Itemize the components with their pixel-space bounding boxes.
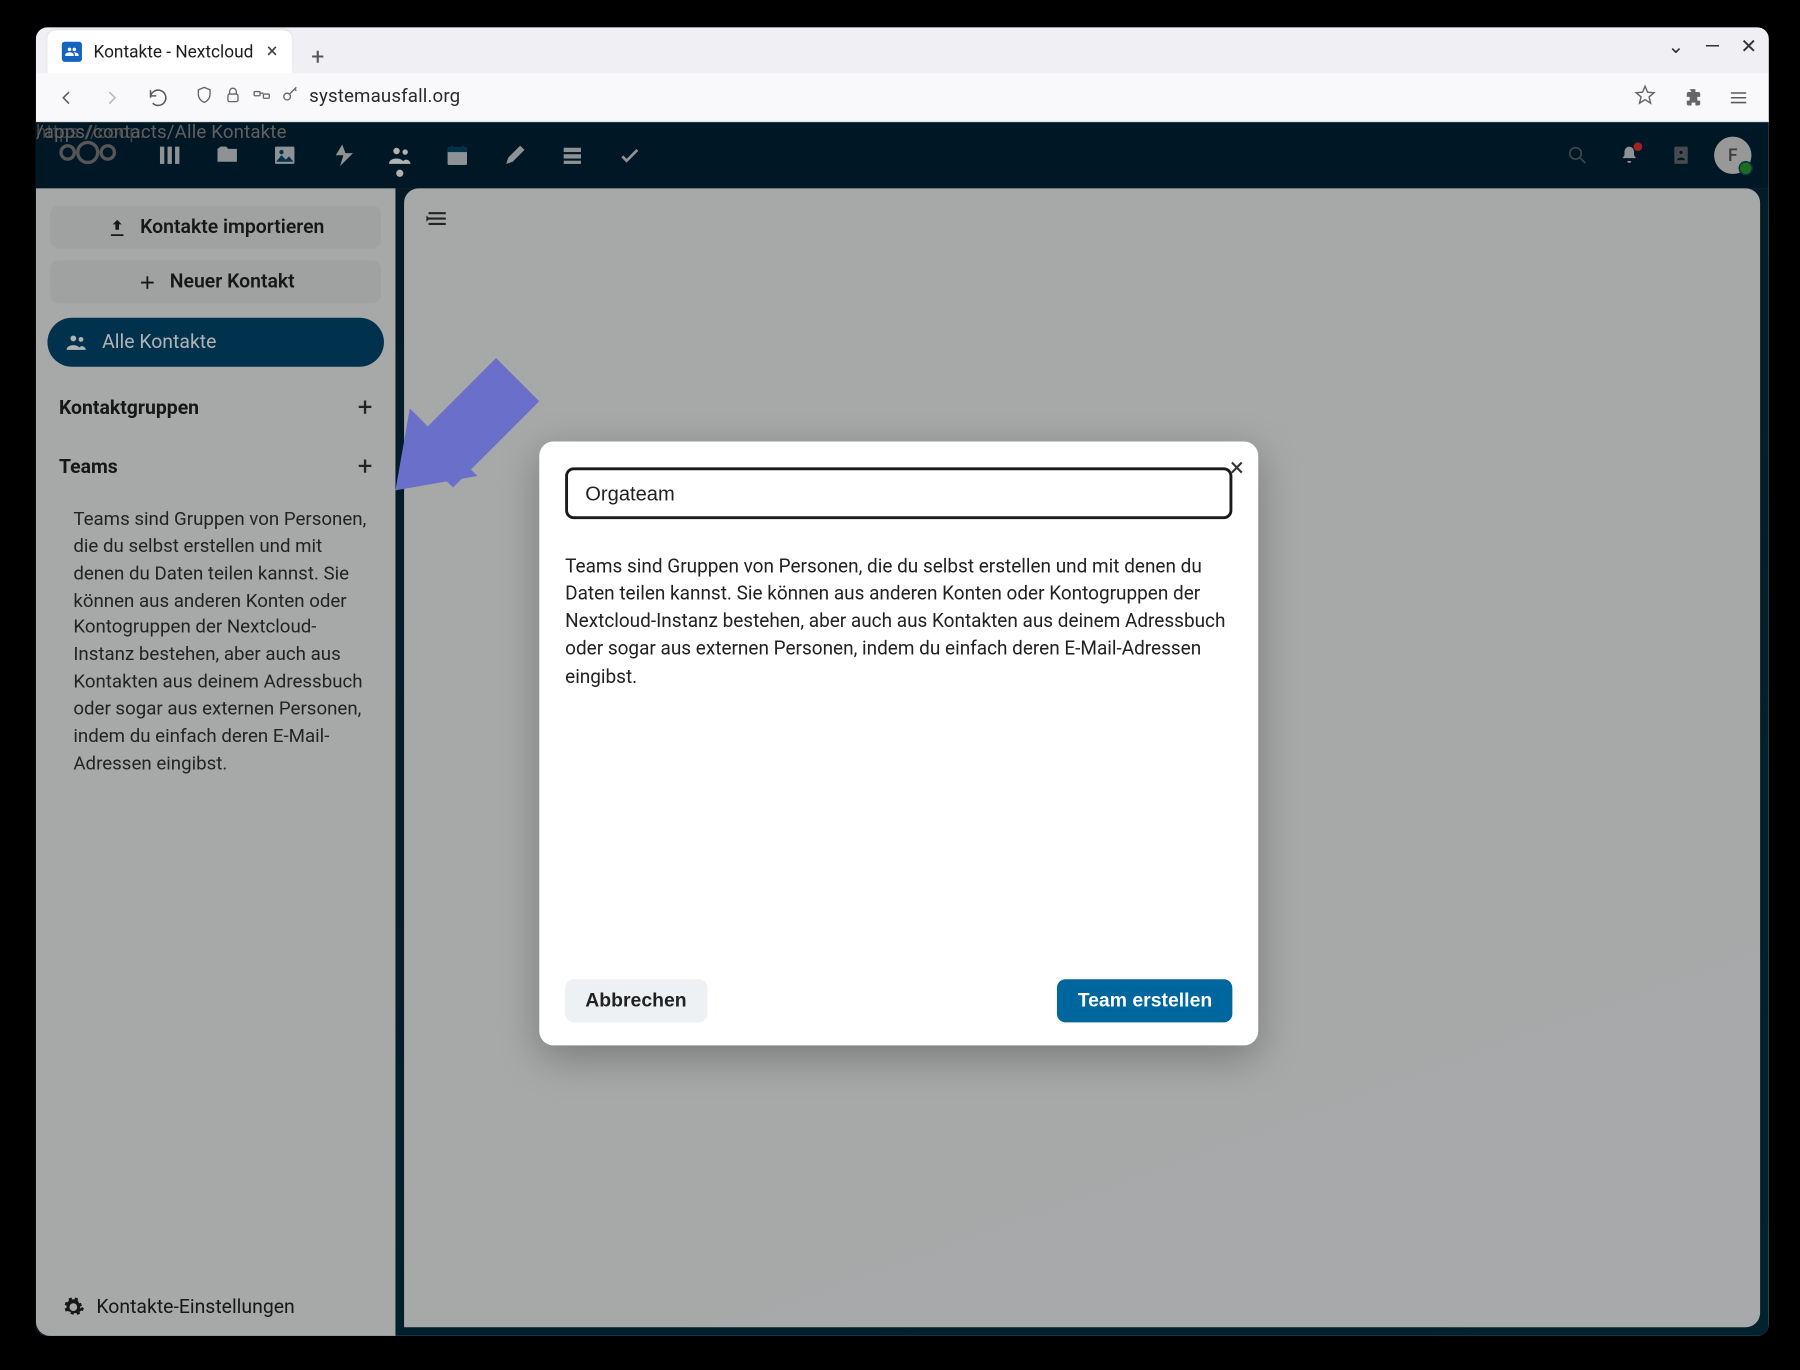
tab-title: Kontakte - Nextcloud	[93, 42, 253, 62]
bookmark-icon[interactable]	[1634, 83, 1657, 112]
reload-button[interactable]	[139, 78, 176, 115]
tab-close-icon[interactable]: ×	[267, 40, 278, 63]
browser-toolbar: https://coop.systemausfall.org/apps/cont…	[36, 73, 1769, 122]
tabs-dropdown-icon[interactable]: ⌄	[1667, 36, 1684, 59]
back-button[interactable]	[47, 78, 84, 115]
window-minimize-button[interactable]: —	[1705, 36, 1721, 59]
browser-tab[interactable]: Kontakte - Nextcloud ×	[47, 30, 291, 73]
menu-icon[interactable]	[1720, 78, 1757, 115]
key-icon	[280, 84, 300, 110]
contacts-app-icon	[62, 42, 82, 62]
url-text: https://coop.systemausfall.org/apps/cont…	[309, 86, 460, 108]
lock-icon	[223, 84, 243, 110]
forward-button[interactable]	[93, 78, 130, 115]
shield-icon	[194, 84, 214, 110]
team-name-input[interactable]	[565, 467, 1232, 519]
cancel-button[interactable]: Abbrechen	[565, 979, 707, 1022]
browser-tab-bar: Kontakte - Nextcloud × + ⌄ — ✕	[36, 27, 1769, 73]
address-bar[interactable]: https://coop.systemausfall.org/apps/cont…	[186, 78, 1666, 115]
permissions-icon	[252, 84, 272, 110]
extensions-icon[interactable]	[1674, 78, 1711, 115]
create-team-modal: × Teams sind Gruppen von Personen, die d…	[539, 441, 1258, 1045]
modal-close-button[interactable]: ×	[1230, 453, 1244, 483]
window-close-button[interactable]: ✕	[1740, 36, 1757, 59]
create-team-button[interactable]: Team erstellen	[1058, 979, 1233, 1022]
browser-window: Kontakte - Nextcloud × + ⌄ — ✕ https://c…	[36, 27, 1769, 1336]
modal-description: Teams sind Gruppen von Personen, die du …	[565, 554, 1232, 692]
new-tab-button[interactable]: +	[301, 39, 336, 74]
